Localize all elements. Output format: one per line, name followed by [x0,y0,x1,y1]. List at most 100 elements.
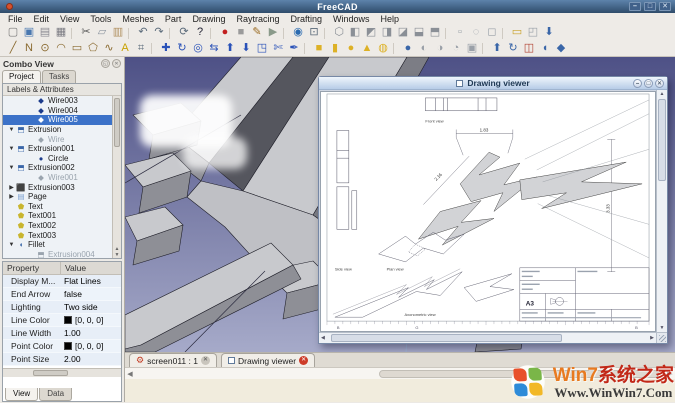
expander-open-icon[interactable]: ▼ [7,146,16,152]
part-torus-button[interactable]: ◍ [375,42,391,56]
draft-trimex-button[interactable]: ✄ [270,42,286,56]
macro-stop-button[interactable]: ■ [233,26,249,40]
menu-edit[interactable]: Edit [34,14,50,24]
part-cone-button[interactable]: ▲ [359,42,375,56]
tree-item-wire[interactable]: ◆Wire [3,134,112,144]
macro-play-button[interactable]: ▶ [265,26,281,40]
tree-item-wire004[interactable]: ◆Wire004 [3,106,112,116]
export-page-button[interactable]: ⬇ [541,26,557,40]
tab-data[interactable]: Data [39,388,72,401]
draft-arc-button[interactable]: ◠ [53,42,69,56]
tree-item-text[interactable]: ⬟Text [3,202,112,212]
draft-text-button[interactable]: A [117,42,133,56]
tree-item-extrusion001[interactable]: ▼⬒Extrusion001 [3,144,112,154]
close-tab-icon[interactable]: ✕ [299,356,308,365]
scroll-thumb[interactable] [114,98,120,147]
fit-all-button[interactable]: ⊡ [306,26,322,40]
close-button[interactable]: ✕ [655,79,664,88]
property-row[interactable]: Point Color[0, 0, 0] [3,340,121,353]
tree-item-fillet[interactable]: ▼◖Fillet [3,240,112,250]
tree-item-extrusion002[interactable]: ▼⬒Extrusion002 [3,163,112,173]
property-row[interactable]: Point Size2.00 [3,353,121,366]
open-file-button[interactable]: ▣ [21,26,37,40]
shape-2d-view-button[interactable]: ◻ [484,26,500,40]
menu-help[interactable]: Help [381,14,400,24]
draft-rotate-button[interactable]: ↻ [174,42,190,56]
scroll-left-icon[interactable]: ◀ [321,333,325,343]
part-fillet-button[interactable]: ◖ [537,42,553,56]
macro-edit-button[interactable]: ✎ [249,26,265,40]
draft-offset-button[interactable]: ⇆ [206,42,222,56]
expander-closed-icon[interactable]: ▶ [7,193,16,200]
part-cut-button[interactable]: ◑ [432,42,448,56]
part-revolve-button[interactable]: ↻ [505,42,521,56]
scroll-left-icon[interactable]: ◀ [125,370,135,378]
scroll-thumb[interactable] [658,99,666,181]
tab-project[interactable]: Project [2,70,41,83]
insert-view-button[interactable]: ◰ [525,26,541,40]
tree-item-extrusion003[interactable]: ▶⬛Extrusion003 [3,182,112,192]
ruled-surface-button[interactable]: ◌ [468,26,484,40]
view-axonometric-button[interactable]: ⬡ [331,26,347,40]
paste-button[interactable]: ▥ [110,26,126,40]
tree-item-extrusion004[interactable]: ⬒Extrusion004 [3,250,112,259]
new-a3-page-button[interactable]: ▭ [509,26,525,40]
new-file-button[interactable]: ▢ [5,26,21,40]
tab-view[interactable]: View [5,388,38,401]
scroll-arrows[interactable]: ▲▼ [113,246,121,258]
tree-item-circle[interactable]: ●Circle [3,154,112,164]
scroll-right-icon[interactable]: ▶ [650,333,654,343]
print-button[interactable]: ▦ [53,26,69,40]
draft-rectangle-button[interactable]: ▭ [69,42,85,56]
draft-move-button[interactable]: ✚ [158,42,174,56]
part-mirror-button[interactable]: ◫ [521,42,537,56]
draft-downgrade-button[interactable]: ⬇ [238,42,254,56]
menu-tools[interactable]: Tools [90,14,111,24]
part-extrude-button[interactable]: ⬆ [489,42,505,56]
viewer-vertical-scrollbar[interactable]: ▲ ▼ [656,90,667,332]
scroll-down-icon[interactable]: ▼ [657,324,667,332]
view-right-button[interactable]: ◨ [379,26,395,40]
tree-item-page[interactable]: ▶▤Page [3,192,112,202]
panel-float-icon[interactable]: ◱ [101,59,110,68]
tree-item-wire005[interactable]: ◆Wire005 [3,115,112,125]
menu-file[interactable]: File [8,14,23,24]
view-left-button[interactable]: ⬒ [427,26,443,40]
maximize-button[interactable]: □ [644,2,656,11]
tree-item-text002[interactable]: ⬟Text002 [3,221,112,231]
view-top-button[interactable]: ◩ [363,26,379,40]
tree-item-text003[interactable]: ⬟Text003 [3,230,112,240]
tree-scrollbar[interactable]: ▲▼ [112,96,121,258]
drawing-viewer-window[interactable]: Drawing viewer –□✕ Front view [318,76,668,344]
drawing-viewer-titlebar[interactable]: Drawing viewer –□✕ [319,77,667,90]
expander-open-icon[interactable]: ▼ [7,165,16,171]
part-common-button[interactable]: ◐ [416,42,432,56]
view-front-button[interactable]: ◧ [347,26,363,40]
menu-drafting[interactable]: Drafting [290,14,322,24]
maximize-button[interactable]: □ [644,79,653,88]
draft-upgrade-button[interactable]: ⬆ [222,42,238,56]
menu-view[interactable]: View [60,14,79,24]
property-row[interactable]: LightingTwo side [3,301,121,314]
menu-meshes[interactable]: Meshes [122,14,154,24]
property-hscrollbar[interactable] [3,368,121,377]
view-rear-button[interactable]: ◪ [395,26,411,40]
part-box-button[interactable]: ■ [311,42,327,56]
part-cylinder-button[interactable]: ▮ [327,42,343,56]
property-row[interactable]: Line Width1.00 [3,327,121,340]
draft-polygon-button[interactable]: ⬠ [85,42,101,56]
part-union-button[interactable]: ● [400,42,416,56]
draft-edit-button[interactable]: ✒ [286,42,302,56]
tab-drawing-viewer[interactable]: Drawing viewer ✕ [221,353,315,367]
expander-open-icon[interactable]: ▼ [7,242,16,248]
scroll-up-icon[interactable]: ▲ [657,90,667,98]
draft-dimension-button[interactable]: ⌗ [133,42,149,56]
draft-line-button[interactable]: ╱ [5,42,21,56]
minimize-button[interactable]: – [633,79,642,88]
panel-close-icon[interactable]: ✕ [112,59,121,68]
menu-raytracing[interactable]: Raytracing [236,14,279,24]
close-tab-icon[interactable]: ✕ [201,356,210,365]
resize-grip[interactable] [656,332,667,343]
part-sphere-button[interactable]: ● [343,42,359,56]
property-row[interactable]: Display M...Flat Lines [3,275,121,288]
